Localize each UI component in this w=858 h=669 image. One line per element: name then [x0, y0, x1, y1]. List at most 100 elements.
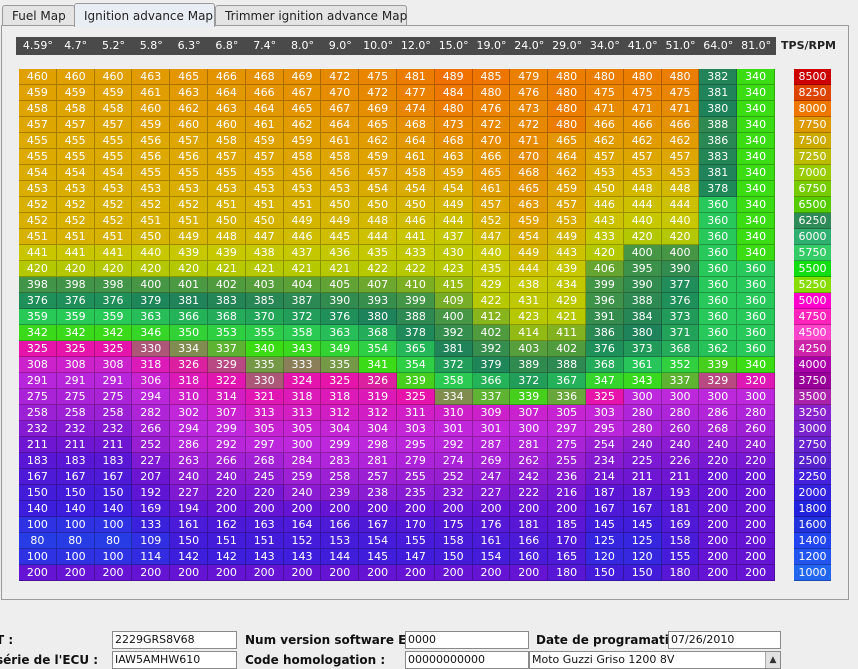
map-cell[interactable]: 402 — [472, 325, 511, 341]
map-cell[interactable]: 455 — [245, 165, 284, 181]
map-cell[interactable]: 451 — [56, 229, 95, 245]
map-cell[interactable]: 407 — [359, 277, 397, 293]
map-cell[interactable]: 440 — [623, 213, 662, 229]
map-cell[interactable]: 305 — [283, 421, 322, 437]
map-cell[interactable]: 448 — [623, 181, 662, 197]
map-cell[interactable]: 453 — [283, 181, 322, 197]
map-cell[interactable]: 452 — [94, 197, 133, 213]
map-cell[interactable]: 480 — [548, 101, 586, 117]
map-cell[interactable]: 459 — [19, 85, 57, 101]
map-cell[interactable]: 462 — [548, 165, 586, 181]
map-cell[interactable]: 80 — [94, 533, 133, 549]
map-cell[interactable]: 340 — [737, 245, 775, 261]
map-cell[interactable]: 449 — [170, 229, 208, 245]
map-cell[interactable]: 200 — [359, 565, 397, 581]
map-cell[interactable]: 240 — [623, 437, 662, 453]
map-cell[interactable]: 320 — [737, 373, 775, 389]
map-cell[interactable]: 461 — [472, 181, 511, 197]
map-cell[interactable]: 263 — [170, 453, 208, 469]
map-cell[interactable]: 325 — [586, 389, 624, 405]
map-cell[interactable]: 359 — [56, 309, 95, 325]
map-cell[interactable]: 176 — [472, 517, 511, 533]
map-cell[interactable]: 450 — [132, 229, 171, 245]
map-cell[interactable]: 444 — [434, 213, 473, 229]
map-cell[interactable]: 200 — [699, 517, 738, 533]
map-cell[interactable]: 453 — [56, 181, 95, 197]
map-cell[interactable]: 80 — [19, 533, 57, 549]
map-cell[interactable]: 390 — [623, 277, 662, 293]
map-cell[interactable]: 453 — [661, 165, 700, 181]
map-cell[interactable]: 441 — [56, 245, 95, 261]
map-cell[interactable]: 421 — [321, 261, 360, 277]
map-cell[interactable]: 144 — [321, 549, 360, 565]
map-cell[interactable]: 360 — [699, 309, 738, 325]
map-cell[interactable]: 274 — [434, 453, 473, 469]
map-cell[interactable]: 391 — [586, 309, 624, 325]
map-cell[interactable]: 330 — [245, 373, 284, 389]
map-cell[interactable]: 340 — [737, 229, 775, 245]
map-cell[interactable]: 458 — [397, 165, 435, 181]
map-cell[interactable]: 460 — [56, 69, 95, 85]
map-cell[interactable]: 380 — [699, 101, 738, 117]
ecu-serial-field[interactable]: IAW5AMHW610 — [112, 651, 237, 669]
map-cell[interactable]: 447 — [245, 229, 284, 245]
map-cell[interactable]: 200 — [699, 549, 738, 565]
map-cell[interactable]: 214 — [586, 469, 624, 485]
map-cell[interactable]: 161 — [170, 517, 208, 533]
map-cell[interactable]: 292 — [434, 437, 473, 453]
map-cell[interactable]: 460 — [94, 69, 133, 85]
map-cell[interactable]: 372 — [434, 357, 473, 373]
map-cell[interactable]: 421 — [548, 309, 586, 325]
map-cell[interactable]: 441 — [19, 245, 57, 261]
map-cell[interactable]: 220 — [245, 485, 284, 501]
map-cell[interactable]: 453 — [19, 181, 57, 197]
map-cell[interactable]: 200 — [472, 565, 511, 581]
map-cell[interactable]: 181 — [661, 501, 700, 517]
map-cell[interactable]: 443 — [548, 245, 586, 261]
map-cell[interactable]: 300 — [283, 437, 322, 453]
map-cell[interactable]: 294 — [132, 389, 171, 405]
map-cell[interactable]: 461 — [397, 149, 435, 165]
map-cell[interactable]: 154 — [472, 549, 511, 565]
map-cell[interactable]: 465 — [472, 165, 511, 181]
map-cell[interactable]: 465 — [170, 69, 208, 85]
map-cell[interactable]: 480 — [548, 69, 586, 85]
map-cell[interactable]: 441 — [397, 229, 435, 245]
map-cell[interactable]: 294 — [170, 421, 208, 437]
map-cell[interactable]: 298 — [359, 437, 397, 453]
map-cell[interactable]: 211 — [661, 469, 700, 485]
map-cell[interactable]: 308 — [19, 357, 57, 373]
map-cell[interactable]: 220 — [699, 453, 738, 469]
map-cell[interactable]: 200 — [472, 501, 511, 517]
map-cell[interactable]: 286 — [170, 437, 208, 453]
map-cell[interactable]: 472 — [321, 69, 360, 85]
map-cell[interactable]: 291 — [56, 373, 95, 389]
map-cell[interactable]: 449 — [510, 245, 549, 261]
map-cell[interactable]: 405 — [321, 277, 360, 293]
map-cell[interactable]: 457 — [170, 133, 208, 149]
map-cell[interactable]: 266 — [132, 421, 171, 437]
map-cell[interactable]: 160 — [510, 549, 549, 565]
map-cell[interactable]: 454 — [94, 165, 133, 181]
map-cell[interactable]: 444 — [359, 229, 397, 245]
map-cell[interactable]: 359 — [19, 309, 57, 325]
map-cell[interactable]: 476 — [510, 85, 549, 101]
map-cell[interactable]: 150 — [19, 485, 57, 501]
map-cell[interactable]: 447 — [472, 229, 511, 245]
map-cell[interactable]: 366 — [170, 309, 208, 325]
map-cell[interactable]: 464 — [208, 85, 246, 101]
map-cell[interactable]: 472 — [472, 117, 511, 133]
map-cell[interactable]: 385 — [245, 293, 284, 309]
map-cell[interactable]: 378 — [699, 181, 738, 197]
map-cell[interactable]: 211 — [623, 469, 662, 485]
map-cell[interactable]: 446 — [283, 229, 322, 245]
map-cell[interactable]: 431 — [510, 293, 549, 309]
map-cell[interactable]: 240 — [737, 437, 775, 453]
map-cell[interactable]: 200 — [699, 485, 738, 501]
map-cell[interactable]: 403 — [245, 277, 284, 293]
map-cell[interactable]: 340 — [737, 181, 775, 197]
programming-date-field[interactable]: 07/26/2010 — [668, 631, 781, 649]
map-cell[interactable]: 376 — [661, 293, 700, 309]
map-cell[interactable]: 200 — [132, 565, 171, 581]
map-cell[interactable]: 461 — [132, 85, 171, 101]
